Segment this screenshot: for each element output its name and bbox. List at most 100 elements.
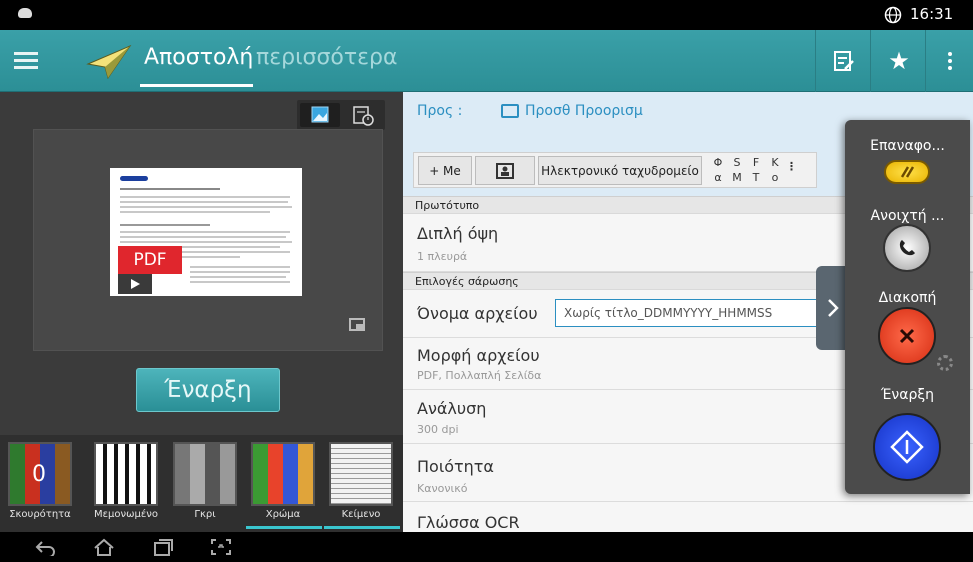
gray-thumbnail xyxy=(173,442,237,506)
preview-start-button[interactable]: Έναρξη xyxy=(136,368,280,412)
mode-text[interactable]: Κείμενο xyxy=(324,442,400,529)
schedule-view-button[interactable] xyxy=(342,103,382,127)
color-mode-strip: 0 Σκουρότητα Μεμονωμένο Γκρι Χρώμα Κείμε… xyxy=(0,435,403,532)
doc-line xyxy=(190,271,290,273)
short-top: K xyxy=(771,156,779,169)
color-thumbnail xyxy=(251,442,315,506)
short-top: F xyxy=(752,156,760,169)
edit-note-button[interactable] xyxy=(822,42,866,80)
doc-line xyxy=(120,241,292,243)
play-icon xyxy=(131,279,140,289)
phone-icon xyxy=(899,240,915,256)
ftp-button[interactable]: FT xyxy=(748,155,764,185)
add-destination-link[interactable]: Προσθ Προορισμ xyxy=(525,103,643,119)
doc-heading xyxy=(120,224,210,226)
recent-apps-icon[interactable] xyxy=(151,538,175,556)
short-bottom: α xyxy=(714,171,722,184)
mode-gray[interactable]: Γκρι xyxy=(170,442,240,528)
picture-in-picture-icon[interactable] xyxy=(349,318,365,331)
mode-mono[interactable]: Μεμονωμένο xyxy=(91,442,161,528)
document-logo xyxy=(120,176,148,181)
menu-icon[interactable] xyxy=(14,52,38,70)
ocr-row[interactable]: Γλώσσα OCR xyxy=(403,502,973,532)
stop-label: Διακοπή xyxy=(878,290,937,306)
fax-button[interactable]: Φα xyxy=(710,155,726,185)
short-top: S xyxy=(733,156,741,169)
image-icon xyxy=(311,106,329,123)
clock: 16:31 xyxy=(910,5,954,23)
doc-line xyxy=(120,206,292,208)
smb-button[interactable]: SM xyxy=(729,155,745,185)
navigation-bar xyxy=(0,532,973,562)
start-button[interactable] xyxy=(873,413,941,481)
quality-value: Κανονικό xyxy=(417,482,468,495)
text-thumbnail xyxy=(329,442,393,506)
image-view-button[interactable] xyxy=(300,103,340,127)
selected-indicator xyxy=(246,526,322,529)
mode-darkness[interactable]: 0 Σκουρότητα xyxy=(5,442,75,528)
doc-line xyxy=(190,266,290,268)
paper-plane-icon xyxy=(86,44,132,80)
doc-line xyxy=(120,196,290,198)
reset-button[interactable] xyxy=(884,160,930,184)
open-hook-label: Ανοιχτή ... xyxy=(870,208,945,224)
mode-label: Γκρι xyxy=(194,509,216,520)
filename-input[interactable]: Χωρίς τίτλο_DDMMYYYY_HHMMSS xyxy=(555,299,853,327)
mode-label: Κείμενο xyxy=(341,509,381,520)
action-drawer: Επαναφο... Ανοιχτή ... Διακοπή Έναρξη xyxy=(845,120,970,494)
short-bottom: o xyxy=(771,171,779,184)
play-button[interactable] xyxy=(118,274,152,294)
favorite-button[interactable]: ★ xyxy=(877,42,921,80)
email-button[interactable]: Ηλεκτρονικό ταχυδρομείο xyxy=(538,156,702,185)
stop-button[interactable] xyxy=(878,307,936,365)
pdf-badge: PDF xyxy=(118,246,182,274)
doc-line xyxy=(120,231,290,233)
reset-stripes-icon xyxy=(900,166,915,178)
view-toggle xyxy=(297,100,385,130)
screen: 16:31 Αποστολή περισσότερα ★ Έναρξη PDF … xyxy=(0,0,973,562)
home-icon[interactable] xyxy=(92,538,116,556)
back-icon[interactable] xyxy=(34,538,58,556)
to-label: Προς : xyxy=(417,103,463,119)
more-destinations-icon[interactable]: ⋮ xyxy=(786,159,797,174)
start-label: Έναρξη xyxy=(880,387,935,403)
resolution-title: Ανάλυση xyxy=(417,399,487,418)
quality-title: Ποιότητα xyxy=(417,457,494,476)
darkness-thumbnail: 0 xyxy=(8,442,72,506)
ocr-title: Γλώσσα OCR xyxy=(417,513,520,532)
status-bar: 16:31 xyxy=(0,0,973,30)
mode-label: Μεμονωμένο xyxy=(94,509,158,520)
app-title[interactable]: Αποστολή xyxy=(144,45,253,70)
short-bottom: T xyxy=(752,171,760,184)
note-edit-icon xyxy=(834,51,854,71)
doc-line xyxy=(190,281,290,283)
short-top: Φ xyxy=(713,156,723,169)
filename-title: Όνομα αρχείου xyxy=(417,304,538,323)
box-button[interactable]: Ko xyxy=(767,155,783,185)
more-tab[interactable]: περισσότερα xyxy=(256,45,398,70)
duplex-value: 1 πλευρά xyxy=(417,250,468,263)
recipient-toolbar: + Me Ηλεκτρονικό ταχυδρομείο Φα SM FT Ko… xyxy=(413,152,817,188)
add-me-button[interactable]: + Me xyxy=(418,156,472,185)
duplex-title: Διπλή όψη xyxy=(417,224,499,243)
document-clock-icon xyxy=(353,106,374,126)
doc-heading xyxy=(120,188,220,190)
doc-line xyxy=(120,201,288,203)
star-icon: ★ xyxy=(888,47,910,75)
mode-color[interactable]: Χρώμα xyxy=(246,442,322,529)
more-vert-icon xyxy=(948,52,952,70)
action-bar: Αποστολή περισσότερα ★ xyxy=(0,30,973,92)
screenshot-icon[interactable] xyxy=(209,538,233,556)
address-book-button[interactable] xyxy=(475,156,535,185)
format-title: Μορφή αρχείου xyxy=(417,346,540,365)
tab-indicator xyxy=(140,84,253,87)
keyboard-icon[interactable] xyxy=(501,104,519,118)
globe-icon xyxy=(884,6,902,24)
format-value: PDF, Πολλαπλή Σελίδα xyxy=(417,369,542,382)
short-bottom: M xyxy=(732,171,742,184)
gear-icon xyxy=(937,355,953,371)
overflow-menu-button[interactable] xyxy=(928,42,972,80)
hook-button[interactable] xyxy=(883,224,931,272)
address-book-icon xyxy=(496,162,514,179)
selected-indicator xyxy=(324,526,400,529)
